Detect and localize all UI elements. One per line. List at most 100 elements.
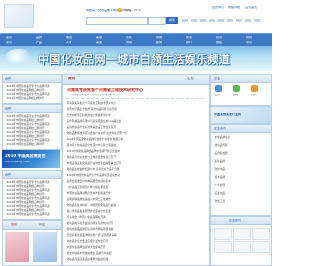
news-item[interactable]: 2010中国化妆品网络品牌价值排行榜正式发布 (65, 149, 205, 153)
logo-thumbnail[interactable] (233, 228, 251, 240)
panel-title: 企业 (214, 77, 221, 80)
nav-item[interactable]: 论坛 (126, 36, 132, 39)
nav-group-6: 商城 团购 (156, 35, 162, 45)
supply-icon[interactable] (251, 85, 258, 92)
nav-item[interactable]: 商城 (156, 36, 162, 39)
shop-icon[interactable] (233, 85, 240, 92)
news-subheadline[interactable]: 河南医专获批首个河南省工程技术研究中心 (71, 94, 120, 97)
top-link-homepage[interactable]: 设为首页 (245, 6, 257, 9)
news-item[interactable]: 东华科技品牌有限公司荣获质量信用AAA级企业 (65, 119, 205, 123)
list-item[interactable]: 彩妆品牌 (213, 159, 269, 163)
nav-group-8: 投诉 维权 (216, 35, 222, 45)
nav-item[interactable]: 维权 (216, 41, 222, 44)
nav-item[interactable]: 首页 (6, 36, 12, 39)
list-item[interactable]: 洗护用品 (213, 167, 269, 171)
right-ad-banner[interactable]: 中国美容美发行业网 (210, 106, 272, 124)
nav-item[interactable]: 美发 (96, 41, 102, 44)
tab-enterprise[interactable]: 企业 (187, 77, 194, 81)
promo-image[interactable] (5, 232, 29, 262)
logo-thumbnail[interactable] (252, 228, 270, 240)
list-item[interactable]: 美容院加盟 (213, 151, 269, 155)
search-input[interactable] (86, 17, 148, 25)
search-category-select[interactable] (148, 17, 166, 25)
news-item[interactable]: 国内首个化妆品安全性评价中心在上海落成 (65, 143, 205, 147)
search-button[interactable]: 搜索 (166, 17, 178, 24)
news-item[interactable]: 男士护肤品市场快速增长 品牌竞争加剧 (65, 251, 205, 255)
site-logo[interactable] (4, 4, 34, 28)
news-item[interactable]: 国内化妆品品牌开拓海外市场取得新进展 (65, 227, 205, 231)
nav-item[interactable]: 品牌 (36, 36, 42, 39)
panel-title: 品牌 (5, 77, 12, 80)
list-item[interactable]: 化妆工具 (213, 199, 269, 203)
news-item[interactable]: 中国化妆品网战略合作伙伴招募进行中 (65, 191, 205, 195)
news-item[interactable]: 化妆品电子商务发展高峰论坛在杭州召开 (65, 221, 205, 225)
news-item[interactable]: 2010全国美容化妆品博览会在广州举办 规模空前 (65, 137, 205, 141)
nav-group-4: 美容 美发 (96, 35, 102, 45)
news-item[interactable]: 化妆品检测技术研讨会在广州举行 业内专家齐聚一堂 (65, 131, 205, 135)
nav-item[interactable]: 展会 (66, 36, 72, 39)
news-item[interactable]: 化妆品监督抽检结果公布 多家企业产品不合格 (65, 167, 205, 171)
news-item[interactable]: 2010年中国化妆品行业十大品牌评选活动启动 (65, 173, 205, 177)
nav-item[interactable]: 访谈 (246, 41, 252, 44)
top-link-member[interactable]: 会员中心 (212, 6, 224, 9)
nav-group-7: 搜索 排行 (186, 35, 192, 45)
list-item[interactable]: 美发用品 (213, 191, 269, 195)
hot-keywords (182, 19, 262, 22)
list-item[interactable]: 2010年中国化妆品行业十大品牌评选 (5, 212, 59, 216)
left-brand-panel: 品牌 2010年中国化妆品行业十大品牌评选 2010年中国化妆品网络口碑排行 2… (2, 74, 62, 104)
news-item[interactable]: 化妆品行业标准修订工作座谈会在北京召开 (65, 155, 205, 159)
list-item[interactable]: 化妆品代理 (213, 143, 269, 147)
list-item[interactable]: 2010年中国化妆品网络口碑排行 (5, 96, 59, 100)
panel-header: 企业资讯 (211, 125, 271, 133)
news-item[interactable]: 中国美容美发化妆品行业协会第四届理事会召开 (65, 161, 205, 165)
news-headline[interactable]: 河南医专获批首个河南省工程技术研究中心 (67, 88, 143, 92)
nav-item[interactable]: 人才 (66, 41, 72, 44)
nav-item[interactable]: 博客 (126, 41, 132, 44)
panel-header: 企业资讯 (211, 217, 271, 225)
nav-item[interactable]: 团购 (156, 41, 162, 44)
member-icon[interactable] (215, 85, 222, 92)
news-item[interactable]: 化妆品包装材料展 - 中国国际化妆品包装展 (65, 203, 205, 207)
news-item[interactable]: 行业协会（中国）化妆品网站开通 (65, 215, 205, 219)
list-item[interactable]: 护肤品牌专卖 (213, 135, 269, 139)
news-item[interactable]: 《化妆品卫生规范》修订稿征求意见 (65, 185, 205, 189)
tab-business[interactable]: 商业 (39, 223, 45, 226)
news-item[interactable]: 化妆品企业社会责任报告发布会召开 (65, 239, 205, 243)
logo-thumbnail[interactable] (214, 241, 232, 253)
news-item[interactable]: 高端护肤品牌加速进入中国二三线城市 (65, 197, 205, 201)
nav-item[interactable]: 搜索 (186, 36, 192, 39)
news-item[interactable]: 中国化妆品网络营销大会即将召开 (65, 245, 205, 249)
tab-invest[interactable]: 招商 (11, 223, 17, 226)
news-item[interactable]: 美博会组委会公布本届展会参展商名单 (65, 179, 205, 183)
panel-title: 企业资讯 (214, 127, 227, 130)
hero-banner[interactable]: 中国化妆品网一城市白领生活娱乐频道 (0, 46, 272, 71)
weather-text: 25℃~33℃ (124, 9, 141, 12)
nav-item[interactable]: 视频 (246, 36, 252, 39)
promo-image[interactable] (33, 232, 57, 262)
logo-thumbnail[interactable] (233, 241, 251, 253)
news-item[interactable]: 河南医专获批首个河南省工程技术研究中心 (65, 101, 205, 105)
list-item[interactable]: 香水品牌 (213, 175, 269, 179)
nav-item[interactable]: 资讯 (6, 41, 12, 44)
nav-item[interactable]: 产品 (36, 41, 42, 44)
divider (66, 98, 204, 99)
news-item[interactable]: 进口化妆品备案管理办法即将出台实施 (65, 209, 205, 213)
news-item[interactable]: 宝洁向希望工程捐款用于修建希望小学 (65, 113, 205, 117)
top-link-sitemap[interactable]: 网站导航 (228, 6, 240, 9)
news-item[interactable]: 美容化妆品行业标准体系建设工作会议召开 (65, 125, 205, 129)
news-item[interactable]: 宣传化学品安全使用 清洁用品科普活动开展 (65, 107, 205, 111)
nav-group-2: 品牌 产品 (36, 35, 42, 45)
nav-item[interactable]: 美容 (96, 36, 102, 39)
list-item[interactable]: 个人护理 (213, 183, 269, 187)
list-item[interactable]: 2010年中国化妆品网络口碑排行 (5, 142, 59, 146)
news-item[interactable]: 天然有机化妆品市场前景广阔 受消费者青睐 (65, 233, 205, 237)
tab-news[interactable]: 资讯 (68, 77, 75, 81)
news-item[interactable]: 化妆品连锁店渠道迎来新的发展机遇 (65, 257, 205, 261)
logo-thumbnail[interactable] (252, 241, 270, 253)
right-bottom-panel: 企业资讯 (210, 216, 272, 266)
nav-group-3: 展会 人才 (66, 35, 72, 45)
left-ad-banner[interactable]: 2010 中国美容博览会 China Beauty Expo (2, 150, 60, 168)
logo-thumbnail[interactable] (214, 228, 232, 240)
nav-item[interactable]: 投诉 (216, 36, 222, 39)
nav-item[interactable]: 排行 (186, 41, 192, 44)
